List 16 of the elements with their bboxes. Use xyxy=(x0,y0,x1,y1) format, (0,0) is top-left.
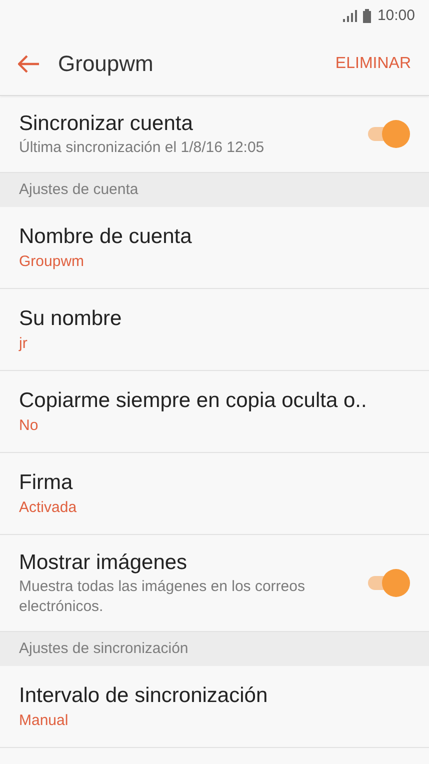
setting-title: Sincronizar cuenta xyxy=(19,111,194,137)
setting-item[interactable]: Firma Activada xyxy=(0,453,429,535)
setting-title: Mostrar imágenes xyxy=(19,550,188,576)
setting-description: Muestra todas las imágenes en los correos electrónicos. xyxy=(19,577,306,617)
back-arrow-icon[interactable] xyxy=(18,54,40,72)
setting-item[interactable]: Su nombre jr xyxy=(0,289,429,371)
status-time: 10:00 xyxy=(377,6,415,26)
setting-description: Última sincronización el 1/8/16 12:05 xyxy=(19,138,266,158)
setting-item[interactable]: Copiarme siempre en copia oculta o.. No xyxy=(0,371,429,453)
section-header: Ajustes de sincronización xyxy=(0,632,429,666)
page-title: Groupwm xyxy=(58,50,154,78)
battery-icon xyxy=(363,9,372,23)
section-header: Ajustes de cuenta xyxy=(0,173,429,207)
signal-icon xyxy=(343,10,358,22)
setting-item[interactable]: Nombre de cuenta Groupwm xyxy=(0,207,429,289)
setting-item[interactable]: Intervalo de sincronización Manual xyxy=(0,666,429,748)
